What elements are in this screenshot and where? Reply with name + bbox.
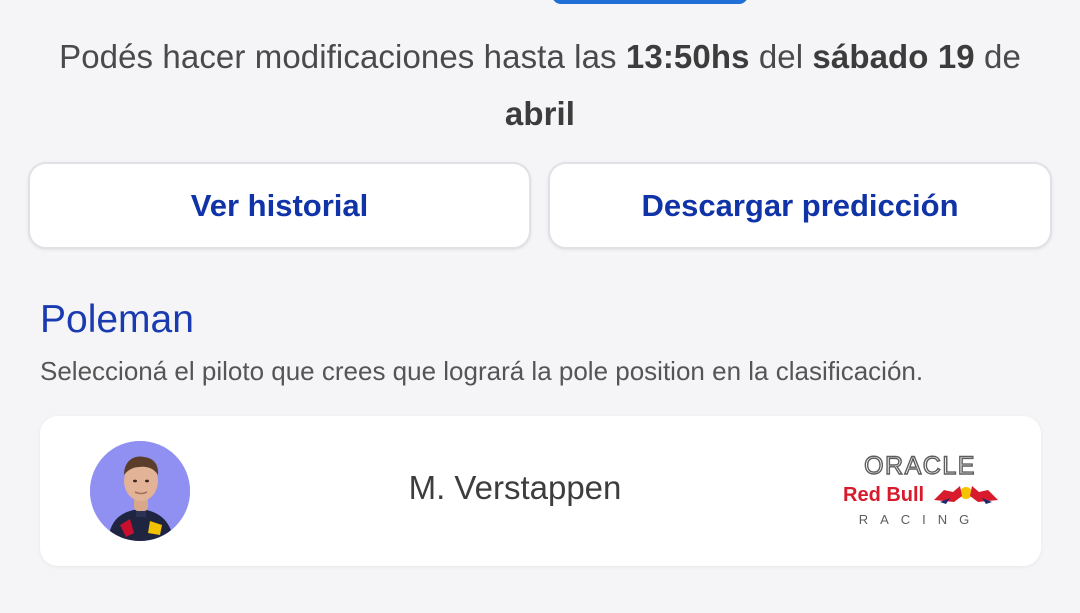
section-subtitle: Seleccioná el piloto que crees que logra… (40, 356, 924, 386)
download-prediction-button[interactable]: Descargar predicción (548, 162, 1052, 249)
driver-photo-icon (90, 441, 190, 541)
view-history-button[interactable]: Ver historial (28, 162, 531, 249)
driver-select-card[interactable]: M. Verstappen ORACLE Red Bull RACING (40, 416, 1041, 566)
download-prediction-label: Descargar predicción (641, 187, 959, 223)
deadline-notice: Podés hacer modificaciones hasta las 13:… (20, 28, 1060, 142)
section-title: Poleman (40, 298, 194, 341)
red-bull-racing-logo-icon: ORACLE Red Bull RACING (843, 451, 998, 527)
team-logo-line1: ORACLE (864, 452, 976, 480)
team-logo-line2: Red Bull (843, 484, 924, 506)
deadline-month: abril (504, 95, 576, 132)
top-button-edge[interactable] (552, 0, 748, 4)
screen: Podés hacer modificaciones hasta las 13:… (0, 0, 1080, 613)
team-logo: ORACLE Red Bull RACING (840, 451, 1000, 532)
team-logo-line3: RACING (859, 512, 982, 527)
deadline-date: sábado 19 (812, 38, 975, 75)
view-history-label: Ver historial (190, 187, 369, 223)
driver-avatar (90, 441, 190, 541)
driver-name: M. Verstappen (408, 469, 622, 506)
deadline-suffix: de (974, 38, 1021, 75)
deadline-time: 13:50hs (625, 38, 750, 75)
deadline-prefix: Podés hacer modificaciones hasta las (59, 38, 626, 75)
deadline-middle: del (749, 38, 813, 75)
bulls-icon (934, 486, 998, 504)
